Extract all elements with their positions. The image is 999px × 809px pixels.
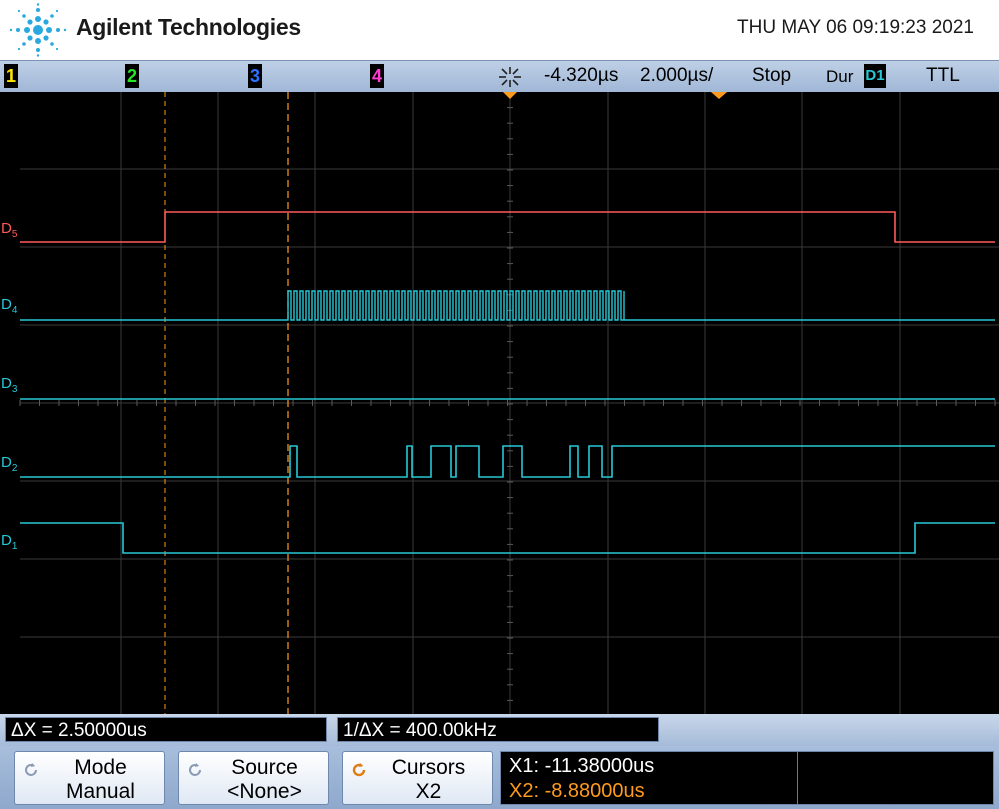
rotate-arrow-icon (189, 763, 201, 776)
acquisition-mode: Dur (826, 67, 854, 86)
trigger-spark-icon (499, 67, 521, 87)
channel-label-d5: D5 (1, 220, 18, 240)
waveform-grid (19, 92, 999, 714)
source-softkey[interactable]: Source <None> (178, 751, 329, 805)
cursors-softkey[interactable]: Cursors X2 (342, 751, 493, 805)
inverse-delta-x-readout: 1/ΔX = 400.00kHz (337, 717, 659, 742)
agilent-spark-icon (9, 3, 67, 57)
trace-d1 (20, 522, 995, 554)
trigger-position-marker (503, 92, 517, 99)
header: Agilent Technologies THU MAY 06 09:19:23… (0, 0, 999, 60)
cursors-value: X2 (415, 780, 442, 803)
trigger-source[interactable]: D1 (864, 64, 886, 88)
time-scale[interactable]: 2.000µs/ (640, 65, 713, 87)
channel-label-d2: D2 (1, 454, 18, 474)
time-reference-marker (711, 92, 727, 99)
source-value: <None> (227, 780, 302, 803)
mode-softkey[interactable]: Mode Manual (14, 751, 165, 805)
time-offset[interactable]: -4.320µs (544, 65, 618, 87)
channel-1-indicator[interactable]: 1 (4, 64, 18, 88)
date-time: THU MAY 06 09:19:23 2021 (737, 17, 974, 38)
channel-label-d3: D3 (1, 375, 18, 395)
mode-label: Mode (74, 756, 127, 779)
rotate-arrow-icon (25, 763, 37, 776)
readout-divider (797, 752, 798, 804)
channel-label-d1: D1 (1, 532, 18, 552)
softkey-bar: Mode Manual Source <None> Cursors X2 X1:… (0, 746, 999, 809)
mode-value: Manual (66, 780, 135, 803)
trace-d4 (20, 290, 995, 321)
channel-2-indicator[interactable]: 2 (125, 64, 139, 88)
source-label: Source (231, 756, 298, 779)
channel-4-indicator[interactable]: 4 (370, 64, 384, 88)
cursor-x1-value: X1: -11.38000us (509, 755, 655, 777)
cursor-x2-value: X2: -8.88000us (509, 780, 645, 802)
brand-name: Agilent Technologies (76, 14, 301, 40)
channel-3-indicator[interactable]: 3 (248, 64, 262, 88)
status-bar: 1 2 3 4 -4.320µs 2.000µs/ Stop Dur D1 TT… (0, 60, 999, 93)
rotate-arrow-icon (352, 763, 366, 777)
measurement-bar: ΔX = 2.50000us 1/ΔX = 400.00kHz (0, 714, 999, 746)
trigger-level[interactable]: TTL (926, 65, 960, 87)
run-state[interactable]: Stop (752, 65, 791, 87)
delta-x-readout: ΔX = 2.50000us (5, 717, 327, 742)
waveform-display[interactable]: D5 D4 D3 D2 D1 (0, 92, 999, 714)
channel-label-d4: D4 (1, 296, 18, 316)
cursor-readout: X1: -11.38000us X2: -8.88000us (500, 751, 994, 805)
cursors-label: Cursors (391, 756, 466, 779)
